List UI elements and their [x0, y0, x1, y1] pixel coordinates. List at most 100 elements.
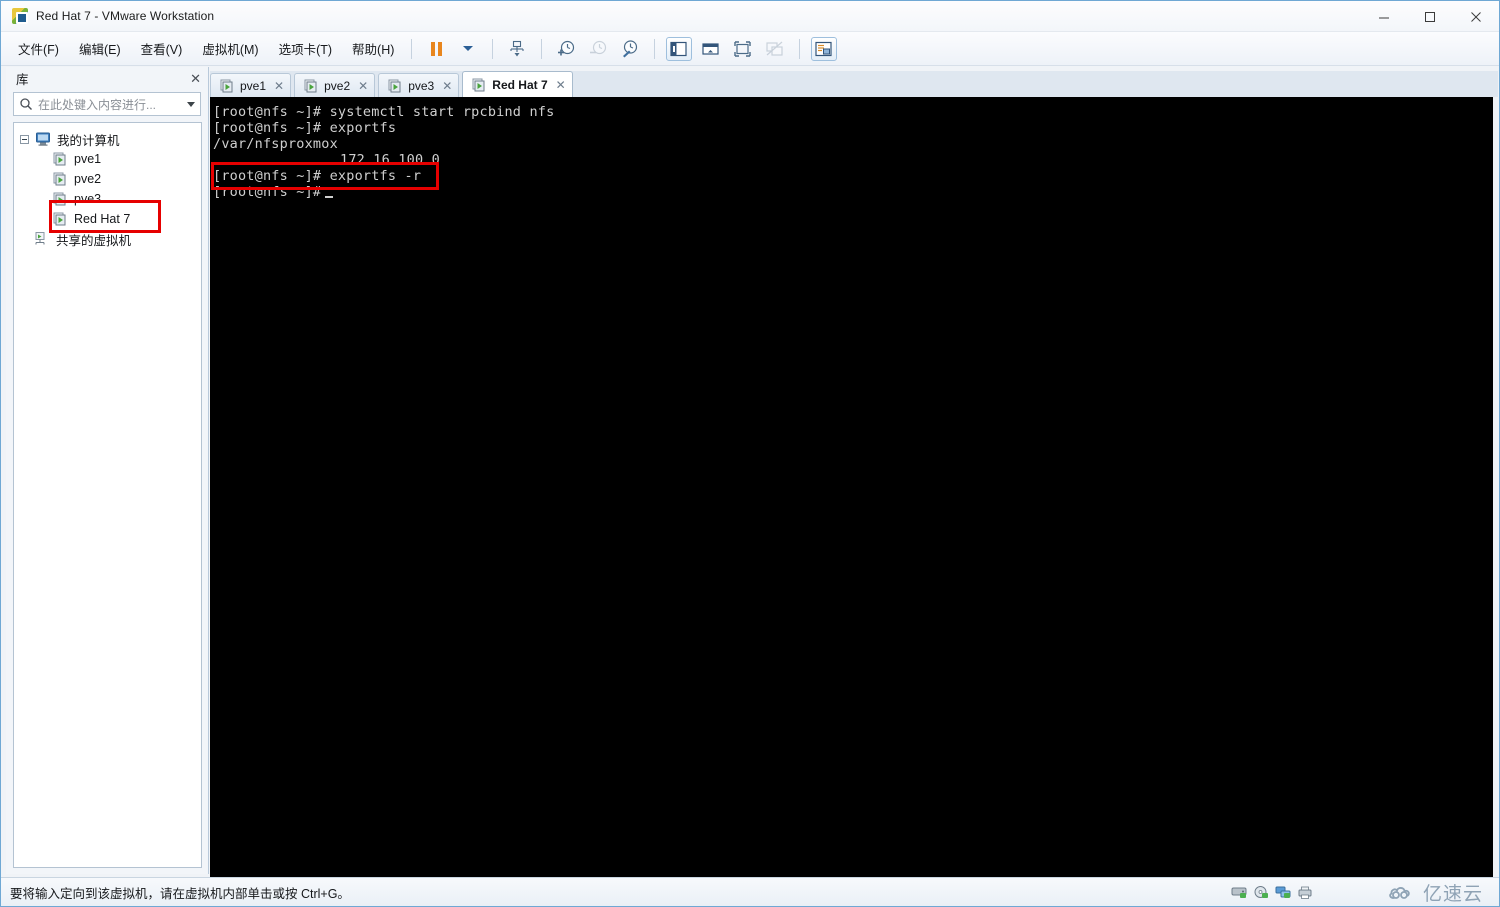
virtual-machine-icon — [53, 152, 66, 166]
collapse-icon[interactable] — [20, 134, 29, 144]
library-panel: 库 ✕ 在此处键入内容进行... 我的计算机 pve1 pve2 pve3 Re… — [6, 67, 209, 874]
terminal-prompt: [root@nfs ~]# — [213, 184, 322, 200]
tree-label: pve1 — [74, 152, 102, 166]
tab-close-icon[interactable]: ✕ — [274, 79, 284, 93]
status-bar: 要将输入定向到该虚拟机，请在虚拟机内部单击或按 Ctrl+G。 亿速云 — [1, 877, 1499, 906]
menu-edit[interactable]: 编辑(E) — [70, 35, 130, 62]
tab-red-hat-7[interactable]: Red Hat 7 ✕ — [462, 71, 573, 97]
unity-mode-icon — [766, 41, 783, 56]
send-ctrl-alt-del-button[interactable] — [504, 37, 530, 61]
title-bar: Red Hat 7 - VMware Workstation — [1, 1, 1499, 32]
terminal-line: [root@nfs ~]# exportfs -r — [213, 168, 422, 184]
hard-disk-icon[interactable] — [1231, 885, 1248, 900]
menu-tabs[interactable]: 选项卡(T) — [270, 35, 341, 62]
printer-icon[interactable] — [1297, 885, 1314, 900]
status-message: 要将输入定向到该虚拟机，请在虚拟机内部单击或按 Ctrl+G。 — [10, 886, 350, 901]
tree-label: pve3 — [74, 192, 102, 206]
library-close-icon[interactable]: ✕ — [190, 72, 201, 85]
terminal-line: [root@nfs ~]# exportfs — [213, 120, 397, 136]
console-view-icon — [702, 42, 719, 55]
status-device-icons — [1231, 885, 1314, 900]
tab-close-icon[interactable]: ✕ — [358, 79, 368, 93]
window-title: Red Hat 7 - VMware Workstation — [36, 9, 215, 23]
clock-plus-icon — [558, 40, 575, 55]
virtual-machine-icon — [304, 79, 317, 92]
console-view-button[interactable] — [698, 37, 724, 61]
tree-label: 共享的虚拟机 — [56, 233, 132, 248]
my-computer-icon — [36, 132, 50, 146]
menu-bar: 文件(F) 编辑(E) 查看(V) 虚拟机(M) 选项卡(T) 帮助(H) — [1, 32, 1499, 66]
menu-vm[interactable]: 虚拟机(M) — [193, 35, 267, 62]
maximize-button[interactable] — [1407, 1, 1453, 32]
chevron-down-icon[interactable] — [187, 101, 195, 107]
fullscreen-button[interactable] — [730, 37, 756, 61]
watermark: 亿速云 — [1387, 879, 1483, 906]
terminal-cursor — [325, 196, 334, 198]
toolbar-separator — [654, 38, 656, 59]
menu-help[interactable]: 帮助(H) — [343, 35, 403, 62]
tab-strip: pve1 ✕ pve2 ✕ pve3 ✕ Red Hat 7 ✕ — [210, 71, 1498, 97]
library-panel-icon — [670, 41, 687, 56]
tab-pve1[interactable]: pve1 ✕ — [210, 73, 292, 97]
preferences-icon — [815, 41, 832, 56]
cd-dvd-icon[interactable] — [1253, 885, 1270, 900]
unity-mode-button — [762, 37, 788, 61]
tab-pve3[interactable]: pve3 ✕ — [378, 73, 460, 97]
cloud-icon — [1389, 887, 1410, 899]
close-button[interactable] — [1453, 1, 1499, 32]
menu-file[interactable]: 文件(F) — [9, 35, 68, 62]
virtual-machine-icon — [53, 192, 66, 206]
pause-icon — [430, 41, 442, 56]
show-library-button[interactable] — [666, 36, 693, 61]
library-header: 库 ✕ — [6, 67, 208, 89]
vm-console-terminal[interactable]: [root@nfs ~]# systemctl start rpcbind nf… — [210, 97, 1493, 878]
tree-label: 我的计算机 — [57, 133, 120, 148]
toolbar-separator — [411, 38, 413, 59]
tab-label: Red Hat 7 — [492, 77, 548, 92]
watermark-text: 亿速云 — [1422, 883, 1483, 905]
search-icon — [20, 98, 32, 110]
take-snapshot-button[interactable] — [553, 37, 579, 61]
terminal-line: [root@nfs ~]# systemctl start rpcbind nf… — [213, 104, 555, 120]
virtual-machine-icon — [388, 79, 401, 92]
suspend-button[interactable] — [423, 37, 449, 61]
library-title: 库 — [16, 72, 29, 87]
tree-item-shared-vms[interactable]: 共享的虚拟机 — [14, 229, 201, 249]
tree-item-pve2[interactable]: pve2 — [14, 169, 201, 189]
tree-label: pve2 — [74, 172, 102, 186]
clock-wrench-icon — [623, 39, 638, 57]
vmware-logo-icon — [12, 8, 28, 24]
snapshot-manager-button[interactable] — [617, 37, 643, 61]
power-dropdown-button[interactable] — [455, 37, 481, 61]
shared-vms-icon — [35, 232, 45, 245]
library-search-input[interactable]: 在此处键入内容进行... — [38, 96, 183, 113]
library-search-box[interactable]: 在此处键入内容进行... — [13, 92, 201, 116]
tree-item-my-computer[interactable]: 我的计算机 — [14, 129, 201, 149]
network-adapter-icon[interactable] — [1275, 885, 1292, 900]
toolbar-separator — [799, 38, 801, 59]
tab-pve2[interactable]: pve2 ✕ — [294, 73, 376, 97]
virtual-machine-icon — [53, 212, 66, 226]
preferences-button[interactable] — [811, 36, 838, 61]
window-controls — [1361, 1, 1499, 32]
library-tree: 我的计算机 pve1 pve2 pve3 Red Hat 7 共享的虚拟机 — [13, 122, 202, 868]
terminal-line-with-cursor: [root@nfs ~]# — [210, 184, 1493, 200]
toolbar-separator — [492, 38, 494, 59]
terminal-line: 172.16.100.0 — [340, 152, 440, 168]
tree-label: Red Hat 7 — [74, 212, 131, 226]
tree-item-pve1[interactable]: pve1 — [14, 149, 201, 169]
virtual-machine-icon — [472, 78, 485, 91]
virtual-machine-icon — [220, 79, 233, 92]
tree-item-red-hat-7[interactable]: Red Hat 7 — [14, 209, 201, 229]
tab-label: pve3 — [408, 78, 435, 93]
tree-item-pve3[interactable]: pve3 — [14, 189, 201, 209]
revert-snapshot-button — [585, 37, 611, 61]
terminal-line: /var/nfsproxmox — [213, 136, 338, 152]
tab-close-icon[interactable]: ✕ — [442, 79, 452, 93]
virtual-machine-icon — [53, 172, 66, 186]
tab-close-icon[interactable]: ✕ — [556, 78, 566, 92]
minimize-button[interactable] — [1361, 1, 1407, 32]
menu-view[interactable]: 查看(V) — [132, 35, 192, 62]
tab-label: pve2 — [324, 78, 351, 93]
vmware-workstation-window: Red Hat 7 - VMware Workstation 文件(F) 编辑(… — [0, 0, 1500, 907]
